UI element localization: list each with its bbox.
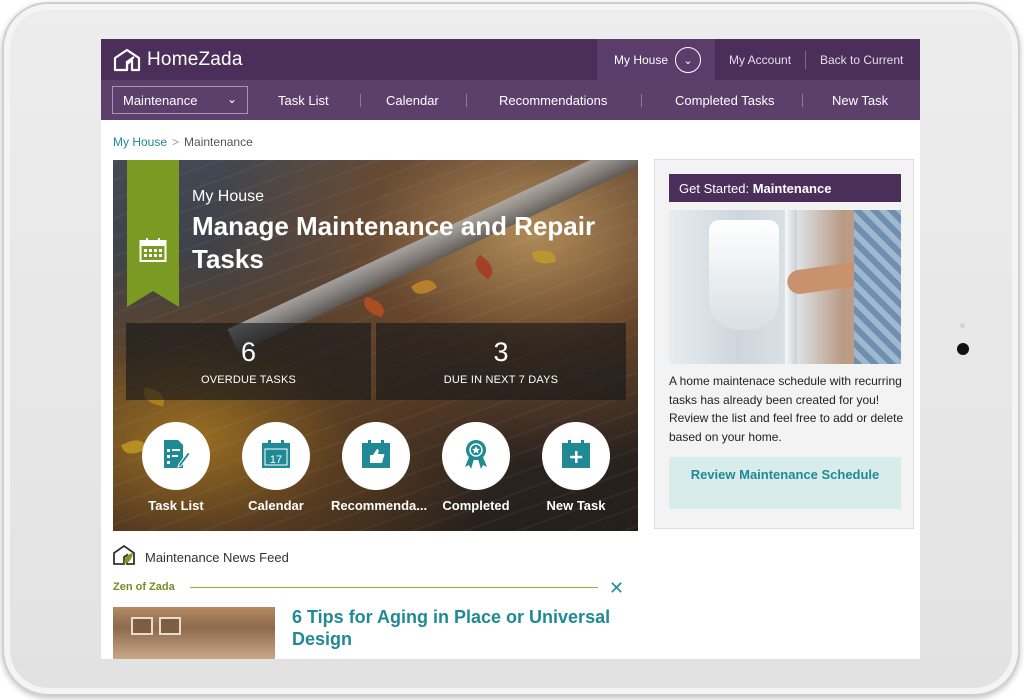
sleeve-detail — [854, 210, 901, 364]
homezada-logo-icon — [113, 48, 141, 72]
nav-divider — [641, 94, 642, 107]
calendar-icon — [139, 237, 167, 268]
news-feed-header: Maintenance News Feed — [113, 544, 289, 570]
news-feed-title: Maintenance News Feed — [145, 550, 289, 565]
action-calendar[interactable]: 17 Calendar — [231, 422, 321, 513]
due-soon-label: DUE IN NEXT 7 DAYS — [443, 374, 559, 386]
hero-kicker: My House — [192, 188, 265, 205]
brand-logo[interactable]: HomeZada — [113, 48, 243, 72]
calendar-day: 17 — [269, 454, 283, 466]
my-account-link[interactable]: My Account — [729, 53, 791, 67]
panel-heading-prefix: Get Started: — [679, 181, 753, 196]
due-soon-stat[interactable]: 3 DUE IN NEXT 7 DAYS — [376, 323, 626, 400]
top-header: HomeZada My House ⌄ My Account Back to C… — [101, 39, 920, 80]
action-circle: 17 — [242, 422, 310, 490]
nav-recommendations[interactable]: Recommendations — [499, 93, 607, 108]
panel-description: A home maintenace schedule with recurrin… — [669, 374, 904, 444]
action-circle — [542, 422, 610, 490]
my-house-label: My House — [614, 53, 669, 67]
close-icon[interactable]: ✕ — [609, 578, 624, 599]
action-circle — [142, 422, 210, 490]
plumbing-photo — [669, 210, 901, 364]
task-list-icon — [161, 438, 191, 475]
brand-name: HomeZada — [147, 49, 243, 70]
action-recommendations[interactable]: Recommenda... — [331, 422, 428, 513]
get-started-panel: Get Started: Maintenance A home maintena… — [654, 159, 914, 529]
action-completed[interactable]: Completed — [431, 422, 521, 513]
review-schedule-button[interactable]: Review Maintenance Schedule — [669, 457, 901, 509]
my-house-menu[interactable]: My House ⌄ — [597, 39, 715, 80]
tablet-home-button — [957, 343, 969, 355]
action-circle — [342, 422, 410, 490]
homezada-leaf-icon — [113, 544, 135, 570]
chevron-down-icon[interactable]: ⌄ — [675, 47, 701, 73]
sink-detail — [709, 220, 779, 330]
action-label: Calendar — [248, 498, 304, 513]
nav-calendar[interactable]: Calendar — [386, 93, 439, 108]
nav-new-task[interactable]: New Task — [832, 93, 888, 108]
chevron-down-icon: ⌄ — [227, 92, 238, 106]
section-nav: Maintenance ⌄ Task List Calendar Recomme… — [101, 80, 920, 120]
article-thumbnail[interactable] — [113, 607, 275, 659]
nav-divider — [802, 94, 803, 107]
header-divider — [805, 51, 806, 69]
thumbs-up-calendar-icon — [361, 439, 391, 474]
action-label: Task List — [148, 498, 204, 513]
category-divider — [190, 587, 598, 588]
action-label: New Task — [546, 498, 606, 513]
award-ribbon-icon — [461, 438, 491, 475]
breadcrumb-current: Maintenance — [184, 135, 253, 149]
action-task-list[interactable]: Task List — [131, 422, 221, 513]
section-select[interactable]: Maintenance ⌄ — [112, 86, 248, 114]
breadcrumb-separator: > — [172, 135, 180, 149]
breadcrumb-home-link[interactable]: My House — [113, 135, 167, 149]
nav-divider — [466, 94, 467, 107]
thumbnail-detail — [159, 617, 181, 635]
add-calendar-icon — [561, 439, 591, 474]
hero-ribbon — [127, 160, 179, 307]
nav-divider — [360, 94, 361, 107]
nav-task-list[interactable]: Task List — [278, 93, 329, 108]
overdue-count: 6 — [240, 337, 257, 367]
action-label: Completed — [442, 498, 510, 513]
hero-banner: My House Manage Maintenance and Repair T… — [113, 160, 638, 531]
back-to-current-link[interactable]: Back to Current — [820, 53, 903, 67]
section-select-value: Maintenance — [123, 93, 198, 108]
hero-title: Manage Maintenance and Repair Tasks — [192, 211, 596, 274]
panel-heading-bold: Maintenance — [752, 181, 832, 196]
due-soon-count: 3 — [493, 337, 509, 367]
action-circle — [442, 422, 510, 490]
article-title-link[interactable]: 6 Tips for Aging in Place or Universal D… — [292, 606, 612, 650]
news-category: Zen of Zada — [113, 581, 175, 593]
breadcrumb: My House > Maintenance — [113, 135, 253, 149]
overdue-tasks-stat[interactable]: 6 OVERDUE TASKS — [126, 323, 371, 400]
nav-completed-tasks[interactable]: Completed Tasks — [675, 93, 774, 108]
thumbnail-detail — [131, 617, 153, 635]
action-new-task[interactable]: New Task — [531, 422, 621, 513]
action-label: Recommenda... — [331, 498, 428, 513]
overdue-label: OVERDUE TASKS — [200, 374, 297, 386]
panel-heading: Get Started: Maintenance — [669, 174, 901, 202]
app-screen: HomeZada My House ⌄ My Account Back to C… — [101, 39, 920, 659]
tablet-sensor — [960, 323, 965, 328]
